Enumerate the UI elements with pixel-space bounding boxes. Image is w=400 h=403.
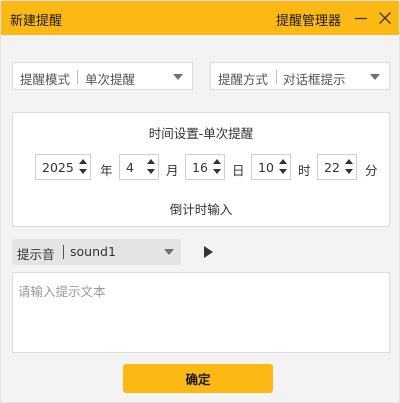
increment-arrow-icon[interactable] bbox=[213, 159, 221, 164]
countdown-input-link[interactable]: 倒计时输入 bbox=[13, 199, 389, 218]
hour-spinbox[interactable]: 10 bbox=[251, 154, 291, 180]
day-unit: 日 bbox=[232, 163, 245, 178]
close-button[interactable] bbox=[375, 8, 395, 28]
hour-value: 10 bbox=[258, 160, 274, 175]
new-reminder-window: 新建提醒 提醒管理器 提醒模式 单次提醒 提醒方式 对话框提示 时间设置-单次提… bbox=[0, 0, 400, 403]
reminder-manager-link[interactable]: 提醒管理器 bbox=[276, 10, 341, 29]
window-title: 新建提醒 bbox=[10, 14, 63, 29]
year-unit: 年 bbox=[100, 163, 113, 178]
sound-label: 提示音 bbox=[17, 247, 55, 262]
increment-arrow-icon[interactable] bbox=[279, 159, 287, 164]
decrement-arrow-icon[interactable] bbox=[279, 169, 287, 174]
reminder-method-label: 提醒方式 bbox=[218, 72, 269, 87]
day-value: 16 bbox=[192, 160, 208, 175]
year-stepper bbox=[78, 156, 88, 178]
month-spinbox[interactable]: 4 bbox=[119, 154, 159, 180]
day-stepper bbox=[212, 156, 222, 178]
increment-arrow-icon[interactable] bbox=[147, 159, 155, 164]
close-icon bbox=[379, 12, 391, 24]
increment-arrow-icon[interactable] bbox=[79, 159, 87, 164]
minute-spinbox[interactable]: 22 bbox=[317, 154, 357, 180]
decrement-arrow-icon[interactable] bbox=[345, 169, 353, 174]
decrement-arrow-icon[interactable] bbox=[147, 169, 155, 174]
year-value: 2025 bbox=[42, 160, 74, 175]
chevron-down-icon bbox=[173, 74, 183, 80]
increment-arrow-icon[interactable] bbox=[345, 159, 353, 164]
hour-stepper bbox=[278, 156, 288, 178]
minute-value: 22 bbox=[324, 160, 340, 175]
minimize-icon bbox=[355, 17, 367, 20]
select-divider bbox=[276, 70, 277, 84]
reminder-method-select[interactable]: 提醒方式 对话框提示 bbox=[210, 62, 390, 90]
time-settings-title: 时间设置-单次提醒 bbox=[148, 126, 254, 141]
minute-unit: 分 bbox=[365, 163, 378, 178]
sound-select[interactable]: 提示音 sound1 bbox=[12, 239, 181, 265]
decrement-arrow-icon[interactable] bbox=[213, 169, 221, 174]
minute-stepper bbox=[344, 156, 354, 178]
reminder-mode-label: 提醒模式 bbox=[20, 72, 71, 87]
month-unit: 月 bbox=[166, 163, 179, 178]
chevron-down-icon bbox=[164, 249, 174, 255]
day-spinbox[interactable]: 16 bbox=[185, 154, 225, 180]
select-divider bbox=[63, 245, 64, 259]
month-value: 4 bbox=[126, 160, 134, 175]
reminder-method-value: 对话框提示 bbox=[283, 72, 346, 87]
select-divider bbox=[77, 70, 78, 84]
title-bar: 新建提醒 提醒管理器 bbox=[1, 1, 399, 35]
reminder-text-input[interactable] bbox=[12, 272, 390, 353]
play-icon[interactable] bbox=[204, 246, 213, 258]
decrement-arrow-icon[interactable] bbox=[79, 169, 87, 174]
chevron-down-icon bbox=[370, 74, 380, 80]
reminder-mode-select[interactable]: 提醒模式 单次提醒 bbox=[12, 62, 193, 90]
year-spinbox[interactable]: 2025 bbox=[35, 154, 91, 180]
month-stepper bbox=[146, 156, 156, 178]
sound-value: sound1 bbox=[70, 244, 116, 259]
minimize-button[interactable] bbox=[351, 8, 371, 28]
hour-unit: 时 bbox=[298, 163, 311, 178]
reminder-mode-value: 单次提醒 bbox=[85, 72, 136, 87]
time-settings-panel: 时间设置-单次提醒 2025 年 4 月 16 日 10 时 22 分 倒计时输… bbox=[12, 112, 390, 227]
confirm-button[interactable]: 确定 bbox=[123, 364, 273, 393]
